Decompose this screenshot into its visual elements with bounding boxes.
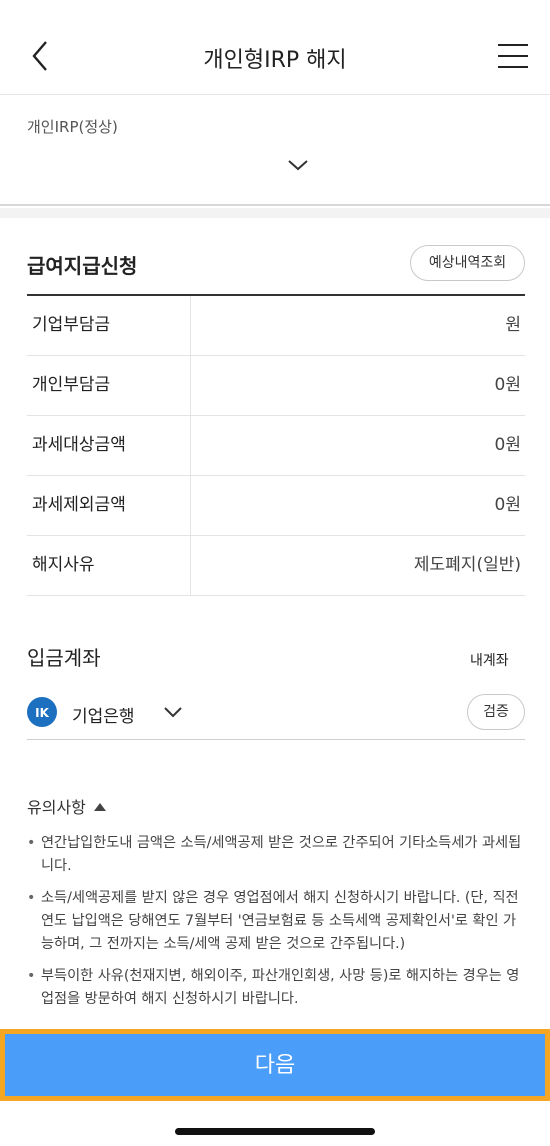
row-value: 0원 — [494, 435, 521, 455]
notice-item: 소득/세액공제를 받지 않은 경우 영업점에서 해지 신청하시기 바랍니다. (… — [27, 887, 527, 956]
row-label: 기업부담금 — [27, 296, 191, 355]
notice-item: 부득이한 사유(천재지변, 해외이주, 파산개인회생, 사망 등)로 해지하는 … — [27, 965, 527, 1011]
page-title: 개인형IRP 해지 — [203, 48, 347, 73]
deposit-section-title: 입금계좌 — [27, 646, 101, 670]
table-row: 과세대상금액 0원 — [27, 416, 525, 476]
chevron-down-icon[interactable] — [286, 158, 310, 172]
my-account-link[interactable]: 내계좌 — [470, 650, 509, 670]
next-button[interactable]: 다음 — [5, 1034, 545, 1096]
account-selector[interactable]: 개인IRP(정상) — [0, 96, 550, 206]
row-value: 0원 — [494, 375, 521, 395]
table-row: 개인부담금 0원 — [27, 356, 525, 416]
row-value: 원 — [505, 315, 521, 335]
verify-button[interactable]: 검증 — [467, 694, 525, 730]
notice-item: 연간납입한도내 금액은 소득/세액공제 받은 것으로 간주되어 기타소득세가 과… — [27, 832, 527, 878]
chevron-down-icon[interactable] — [163, 706, 183, 718]
table-row: 기업부담금 원 — [27, 296, 525, 356]
row-value: 0원 — [494, 495, 521, 515]
ibk-bank-logo-icon: IK — [27, 697, 57, 727]
section-divider — [0, 208, 550, 218]
account-selector-label: 개인IRP(정상) — [27, 118, 118, 136]
benefit-table: 기업부담금 원 개인부담금 0원 과세대상금액 0원 과세제외금액 0원 해지사… — [27, 294, 525, 596]
triangle-up-icon — [93, 803, 106, 811]
table-row: 해지사유 제도폐지(일반) — [27, 536, 525, 596]
bank-selector[interactable]: IK 기업은행 검증 — [27, 692, 525, 740]
next-button-highlight: 다음 — [0, 1029, 550, 1101]
notice-toggle[interactable]: 유의사항 — [27, 794, 106, 818]
table-row: 과세제외금액 0원 — [27, 476, 525, 536]
svg-text:IK: IK — [35, 706, 49, 720]
hamburger-menu-icon[interactable] — [496, 42, 530, 70]
row-value: 제도폐지(일반) — [413, 555, 521, 575]
app-header: 개인형IRP 해지 — [0, 0, 550, 95]
benefit-section-title: 급여지급신청 — [27, 254, 138, 278]
row-label: 해지사유 — [27, 536, 191, 595]
home-indicator — [175, 1128, 375, 1135]
notice-list: 연간납입한도내 금액은 소득/세액공제 받은 것으로 간주되어 기타소득세가 과… — [27, 832, 527, 1020]
estimate-button[interactable]: 예상내역조회 — [410, 245, 525, 281]
row-label: 과세대상금액 — [27, 416, 191, 475]
bank-name: 기업은행 — [72, 707, 135, 727]
row-label: 과세제외금액 — [27, 476, 191, 535]
notice-title: 유의사항 — [27, 798, 86, 817]
row-label: 개인부담금 — [27, 356, 191, 415]
